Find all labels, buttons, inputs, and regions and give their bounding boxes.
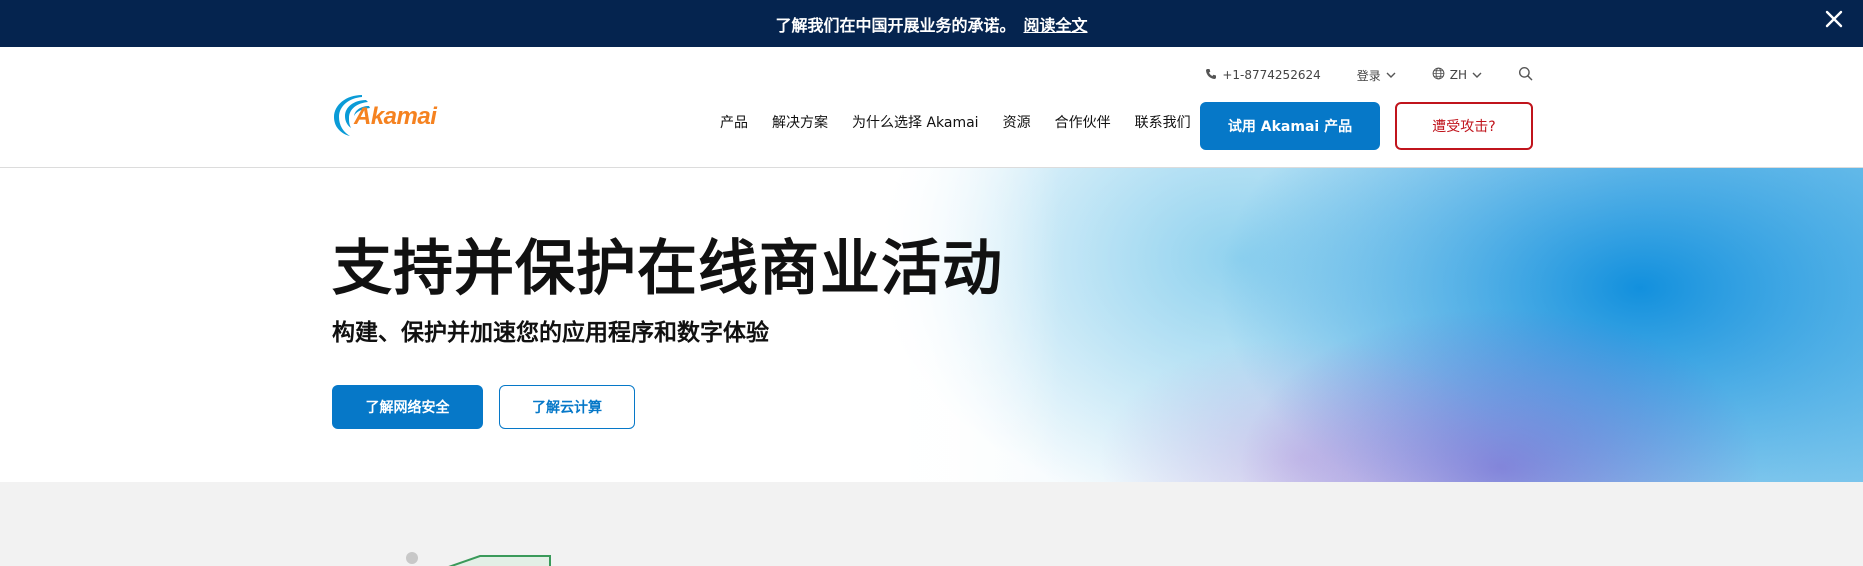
nav-item-partners[interactable]: 合作伙伴: [1055, 112, 1111, 132]
nav-item-contact[interactable]: 联系我们: [1135, 112, 1191, 132]
logo-wordmark: Akamai: [354, 103, 437, 130]
hero-title: 支持并保护在线商业活动: [332, 234, 1003, 304]
hero-subtitle: 构建、保护并加速您的应用程序和数字体验: [332, 320, 769, 346]
announcement-text: 了解我们在中国开展业务的承诺。: [775, 15, 1016, 35]
under-attack-button[interactable]: 遭受攻击?: [1395, 102, 1533, 150]
site-header: +1-8774252624 登录 ZH Akamai 产品 解决方案 为什么选择…: [0, 47, 1863, 168]
globe-icon: [1432, 67, 1445, 83]
announcement-bar: 了解我们在中国开展业务的承诺。 阅读全文: [0, 0, 1863, 47]
nav-item-products[interactable]: 产品: [720, 112, 748, 132]
phone-number: +1-8774252624: [1222, 68, 1321, 82]
learn-cloud-button[interactable]: 了解云计算: [499, 385, 635, 429]
search-button[interactable]: [1518, 66, 1533, 84]
akamai-logo[interactable]: Akamai: [332, 91, 450, 139]
language-label: ZH: [1449, 68, 1467, 82]
learn-security-button[interactable]: 了解网络安全: [332, 385, 483, 429]
login-menu[interactable]: 登录: [1357, 67, 1396, 84]
illustration-graphic: [406, 552, 551, 566]
lower-section: [0, 482, 1863, 566]
chevron-down-icon: [1386, 68, 1396, 82]
language-menu[interactable]: ZH: [1432, 67, 1482, 83]
nav-item-why-akamai[interactable]: 为什么选择 Akamai: [852, 112, 979, 132]
try-akamai-button[interactable]: 试用 Akamai 产品: [1200, 102, 1380, 150]
phone-icon: [1205, 68, 1217, 83]
search-icon: [1518, 66, 1533, 84]
main-nav: 产品 解决方案 为什么选择 Akamai 资源 合作伙伴 联系我们: [720, 102, 1215, 142]
nav-item-solutions[interactable]: 解决方案: [772, 112, 828, 132]
close-icon[interactable]: [1819, 4, 1849, 34]
hero-gradient-fade: [860, 168, 1060, 482]
hero-section: 支持并保护在线商业活动 构建、保护并加速您的应用程序和数字体验 了解网络安全 了…: [0, 168, 1863, 482]
phone-link[interactable]: +1-8774252624: [1205, 68, 1321, 83]
utility-bar: +1-8774252624 登录 ZH: [1205, 63, 1533, 87]
nav-item-resources[interactable]: 资源: [1003, 112, 1031, 132]
announcement-read-more-link[interactable]: 阅读全文: [1024, 12, 1088, 36]
chevron-down-icon: [1472, 68, 1482, 82]
login-label: 登录: [1356, 68, 1381, 83]
